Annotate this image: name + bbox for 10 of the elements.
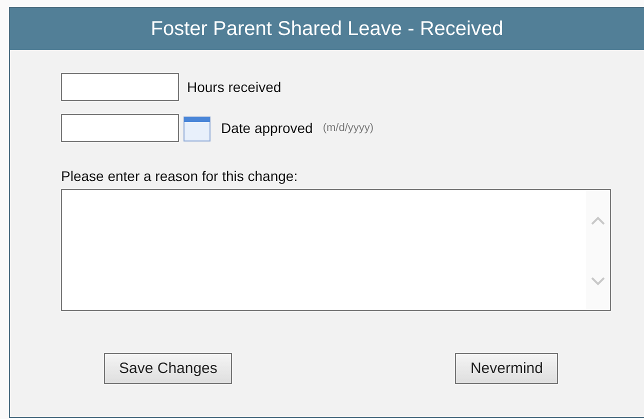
save-button[interactable]: Save Changes <box>104 353 232 384</box>
input-field[interactable] <box>61 73 179 101</box>
date-field[interactable] <box>61 114 179 142</box>
reason-label: Please enter a reason for this change: <box>61 168 299 184</box>
field-label: Date approved <box>221 120 313 136</box>
calendar-icon[interactable] <box>183 114 213 142</box>
cancel-button[interactable]: Nevermind <box>455 353 558 384</box>
format-hint: (m/d/yyyy) <box>322 122 374 134</box>
field-label: Hours received <box>187 79 282 95</box>
dialog-title: Foster Parent Shared Leave - Received <box>10 8 644 50</box>
